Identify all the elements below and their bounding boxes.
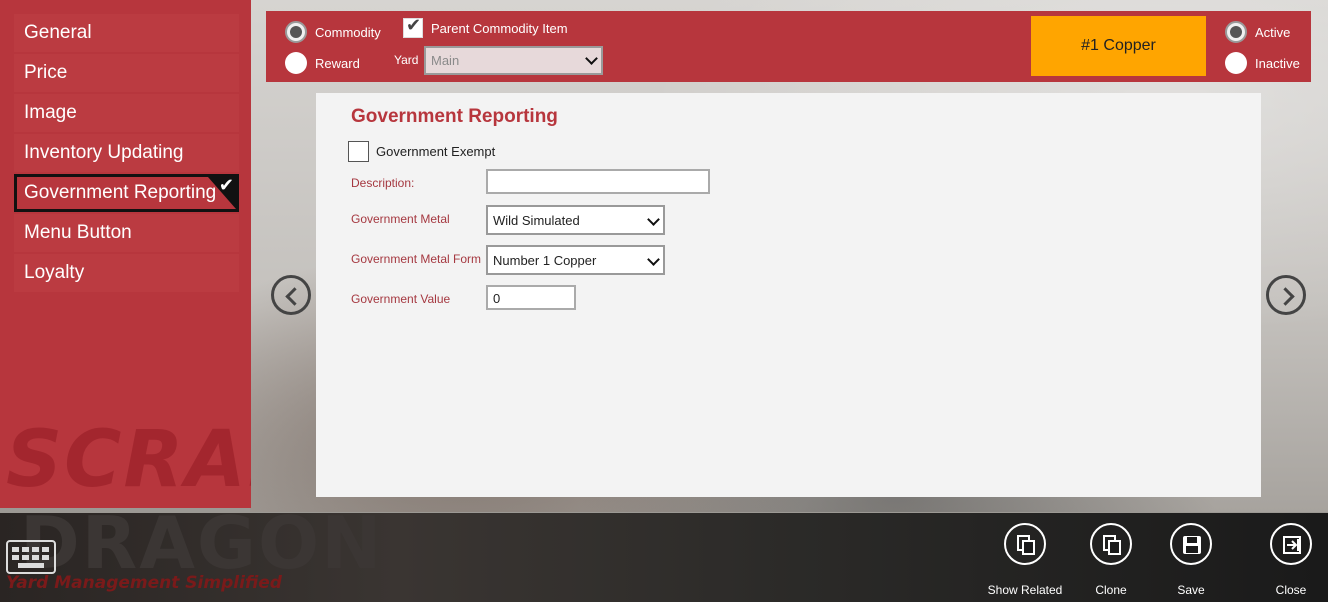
government-metal-form-value: Number 1 Copper: [493, 253, 597, 268]
sidebar-item-price[interactable]: Price: [14, 54, 239, 92]
description-label: Description:: [351, 176, 415, 190]
show-related-label: Show Related: [987, 583, 1063, 597]
yard-select-value: Main: [431, 53, 460, 68]
next-page-icon[interactable]: [1266, 275, 1306, 315]
government-value-label: Government Value: [351, 292, 451, 306]
active-radio[interactable]: Active: [1225, 21, 1290, 43]
description-field[interactable]: [486, 169, 710, 194]
sidebar-item-government-reporting[interactable]: Government Reporting ✔: [14, 174, 239, 212]
sidebar-item-menu-button[interactable]: Menu Button: [14, 214, 239, 252]
page-title: Government Reporting: [351, 106, 558, 127]
government-metal-form-select[interactable]: Number 1 Copper: [486, 245, 665, 275]
inactive-radio[interactable]: Inactive: [1225, 52, 1300, 74]
sidebar-item-general[interactable]: General: [14, 14, 239, 52]
brand-tagline: Yard Management Simplified: [6, 573, 282, 593]
radio-selected-icon: [1225, 21, 1247, 43]
government-reporting-panel: Government Reporting Government Exempt D…: [316, 93, 1261, 497]
sidebar-item-loyalty[interactable]: Loyalty: [14, 254, 239, 292]
sidebar: SCRAP General Price Image Inventory Upda…: [0, 0, 251, 508]
nav-list: General Price Image Inventory Updating G…: [14, 14, 239, 294]
sidebar-item-label: Image: [24, 102, 77, 123]
government-exempt-checkbox[interactable]: Government Exempt: [348, 141, 495, 162]
radio-icon: [1225, 52, 1247, 74]
save-icon: [1170, 523, 1212, 565]
checkbox-checked-icon: ✔: [403, 15, 423, 38]
clone-label: Clone: [1095, 583, 1127, 597]
copy-icon: [1004, 523, 1046, 565]
sidebar-item-label: General: [24, 22, 92, 43]
show-related-button[interactable]: Show Related: [985, 523, 1065, 597]
command-bar: DRAGON Yard Management Simplified Show R…: [0, 513, 1328, 602]
sidebar-item-label: Inventory Updating: [24, 142, 184, 163]
commodity-name-badge: #1 Copper: [1031, 16, 1206, 76]
sidebar-item-inventory-updating[interactable]: Inventory Updating: [14, 134, 239, 172]
sidebar-item-label: Loyalty: [24, 262, 85, 283]
checkmark-icon: ✔: [218, 175, 234, 195]
yard-label: Yard: [394, 53, 419, 67]
parent-commodity-label: Parent Commodity Item: [431, 20, 568, 36]
government-exempt-label: Government Exempt: [376, 144, 496, 159]
reward-radio[interactable]: Reward: [285, 52, 360, 74]
government-metal-form-label: Government Metal Form: [351, 252, 482, 266]
sidebar-item-image[interactable]: Image: [14, 94, 239, 132]
checkbox-icon: [348, 141, 369, 162]
save-label: Save: [1177, 583, 1205, 597]
sidebar-item-label: Menu Button: [24, 222, 132, 243]
chevron-down-icon: [647, 253, 660, 266]
radio-icon: [285, 52, 307, 74]
commodity-radio[interactable]: Commodity: [285, 21, 381, 43]
government-metal-value: Wild Simulated: [493, 213, 580, 228]
sidebar-item-label: Government Reporting: [24, 182, 217, 203]
sidebar-watermark: SCRAP: [6, 415, 251, 505]
previous-page-icon[interactable]: [271, 275, 311, 315]
parent-commodity-checkbox[interactable]: ✔ Parent Commodity Item: [403, 15, 568, 38]
inactive-radio-label: Inactive: [1255, 55, 1300, 71]
close-label: Close: [1275, 583, 1307, 597]
clone-button[interactable]: Clone: [1071, 523, 1151, 597]
item-header-bar: Commodity Reward ✔ Parent Commodity Item…: [266, 11, 1311, 82]
yard-select[interactable]: Main: [424, 46, 603, 75]
chevron-down-icon: [585, 52, 598, 65]
government-metal-select[interactable]: Wild Simulated: [486, 205, 665, 235]
sidebar-item-label: Price: [24, 62, 68, 83]
exit-icon: [1270, 523, 1312, 565]
government-metal-label: Government Metal: [351, 212, 450, 226]
save-button[interactable]: Save: [1151, 523, 1231, 597]
government-value-field[interactable]: 0: [486, 285, 576, 310]
radio-selected-icon: [285, 21, 307, 43]
close-button[interactable]: Close: [1251, 523, 1328, 597]
active-radio-label: Active: [1255, 24, 1291, 40]
chevron-down-icon: [647, 213, 660, 226]
keyboard-icon[interactable]: [6, 540, 56, 574]
reward-radio-label: Reward: [315, 55, 360, 71]
clone-icon: [1090, 523, 1132, 565]
commodity-radio-label: Commodity: [315, 24, 381, 40]
